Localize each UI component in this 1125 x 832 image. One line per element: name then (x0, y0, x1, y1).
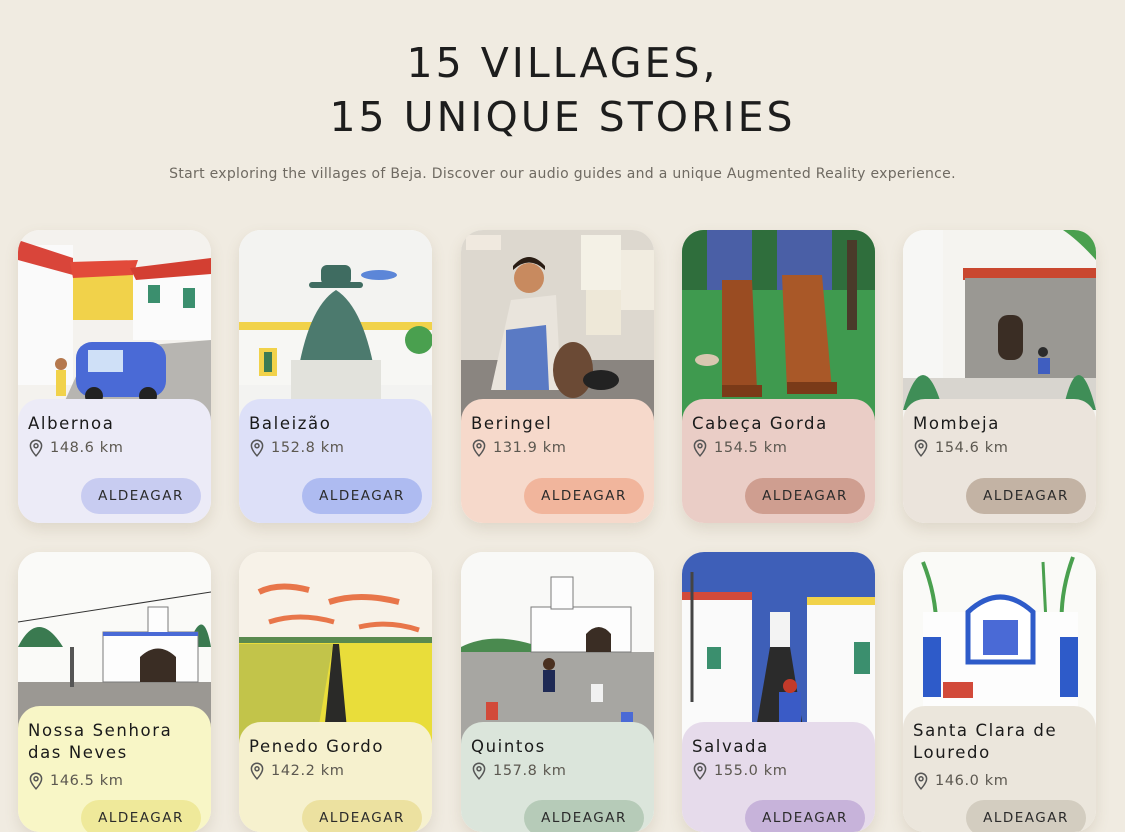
village-card-penedo-gordo[interactable]: Penedo Gordo 142.2 km ALDEAGAR (239, 552, 432, 832)
village-card-albernoa[interactable]: Albernoa 148.6 km ALDEAGAR (18, 230, 211, 523)
distance: 131.9 km (471, 439, 644, 457)
village-card-quintos[interactable]: Quintos 157.8 km ALDEAGAR (461, 552, 654, 832)
aldeagar-button[interactable]: ALDEAGAR (81, 800, 201, 832)
distance-value: 152.8 km (271, 440, 345, 456)
aldeagar-button[interactable]: ALDEAGAR (745, 478, 865, 514)
village-card-baleizao[interactable]: Baleizão 152.8 km ALDEAGAR (239, 230, 432, 523)
distance: 142.2 km (249, 762, 422, 780)
village-card-cabeca-gorda[interactable]: Cabeça Gorda 154.5 km ALDEAGAR (682, 230, 875, 523)
village-name: Santa Clara de Louredo (913, 721, 1058, 762)
aldeagar-button[interactable]: ALDEAGAR (966, 800, 1086, 832)
distance-value: 155.0 km (714, 763, 788, 779)
distance-value: 131.9 km (493, 440, 567, 456)
aldeagar-button[interactable]: ALDEAGAR (81, 478, 201, 514)
village-name: Baleizão (249, 414, 332, 433)
location-pin-icon (250, 439, 264, 457)
location-pin-icon (29, 439, 43, 457)
page-subtitle: Start exploring the villages of Beja. Di… (169, 166, 956, 182)
distance: 148.6 km (28, 439, 201, 457)
aldeagar-button[interactable]: ALDEAGAR (302, 800, 422, 832)
page-title-line-2: 15 UNIQUE STORIES (329, 93, 796, 141)
distance: 146.0 km (913, 772, 1086, 790)
aldeagar-button[interactable]: ALDEAGAR (524, 800, 644, 832)
village-name: Beringel (471, 414, 553, 433)
aldeagar-button[interactable]: ALDEAGAR (302, 478, 422, 514)
distance: 146.5 km (28, 772, 201, 790)
aldeagar-button[interactable]: ALDEAGAR (524, 478, 644, 514)
distance-value: 146.0 km (935, 773, 1009, 789)
page-title: 15 VILLAGES, 15 UNIQUE STORIES (0, 36, 1125, 144)
distance-value: 154.6 km (935, 440, 1009, 456)
distance-value: 146.5 km (50, 773, 124, 789)
location-pin-icon (914, 772, 928, 790)
location-pin-icon (472, 439, 486, 457)
distance-value: 148.6 km (50, 440, 124, 456)
distance: 154.5 km (692, 439, 865, 457)
village-card-salvada[interactable]: Salvada 155.0 km ALDEAGAR (682, 552, 875, 832)
aldeagar-button[interactable]: ALDEAGAR (745, 800, 865, 832)
distance: 155.0 km (692, 762, 865, 780)
village-card-mombeja[interactable]: Mombeja 154.6 km ALDEAGAR (903, 230, 1096, 523)
village-name: Nossa Senhora das Neves (28, 721, 173, 762)
aldeagar-button[interactable]: ALDEAGAR (966, 478, 1086, 514)
location-pin-icon (250, 762, 264, 780)
village-name: Cabeça Gorda (692, 414, 828, 433)
distance: 157.8 km (471, 762, 644, 780)
village-name: Mombeja (913, 414, 1000, 433)
page-title-line-1: 15 VILLAGES, (406, 39, 719, 87)
village-name: Penedo Gordo (249, 737, 385, 756)
village-name: Quintos (471, 737, 546, 756)
village-card-santa-clara-de-louredo[interactable]: Santa Clara de Louredo 146.0 km ALDEAGAR (903, 552, 1096, 832)
village-card-nossa-senhora-das-neves[interactable]: Nossa Senhora das Neves 146.5 km ALDEAGA… (18, 552, 211, 832)
village-card-beringel[interactable]: Beringel 131.9 km ALDEAGAR (461, 230, 654, 523)
location-pin-icon (693, 762, 707, 780)
distance-value: 142.2 km (271, 763, 345, 779)
location-pin-icon (693, 439, 707, 457)
location-pin-icon (472, 762, 486, 780)
distance: 152.8 km (249, 439, 422, 457)
village-name: Salvada (692, 737, 769, 756)
location-pin-icon (29, 772, 43, 790)
location-pin-icon (914, 439, 928, 457)
distance-value: 157.8 km (493, 763, 567, 779)
distance-value: 154.5 km (714, 440, 788, 456)
village-name: Albernoa (28, 414, 115, 433)
distance: 154.6 km (913, 439, 1086, 457)
